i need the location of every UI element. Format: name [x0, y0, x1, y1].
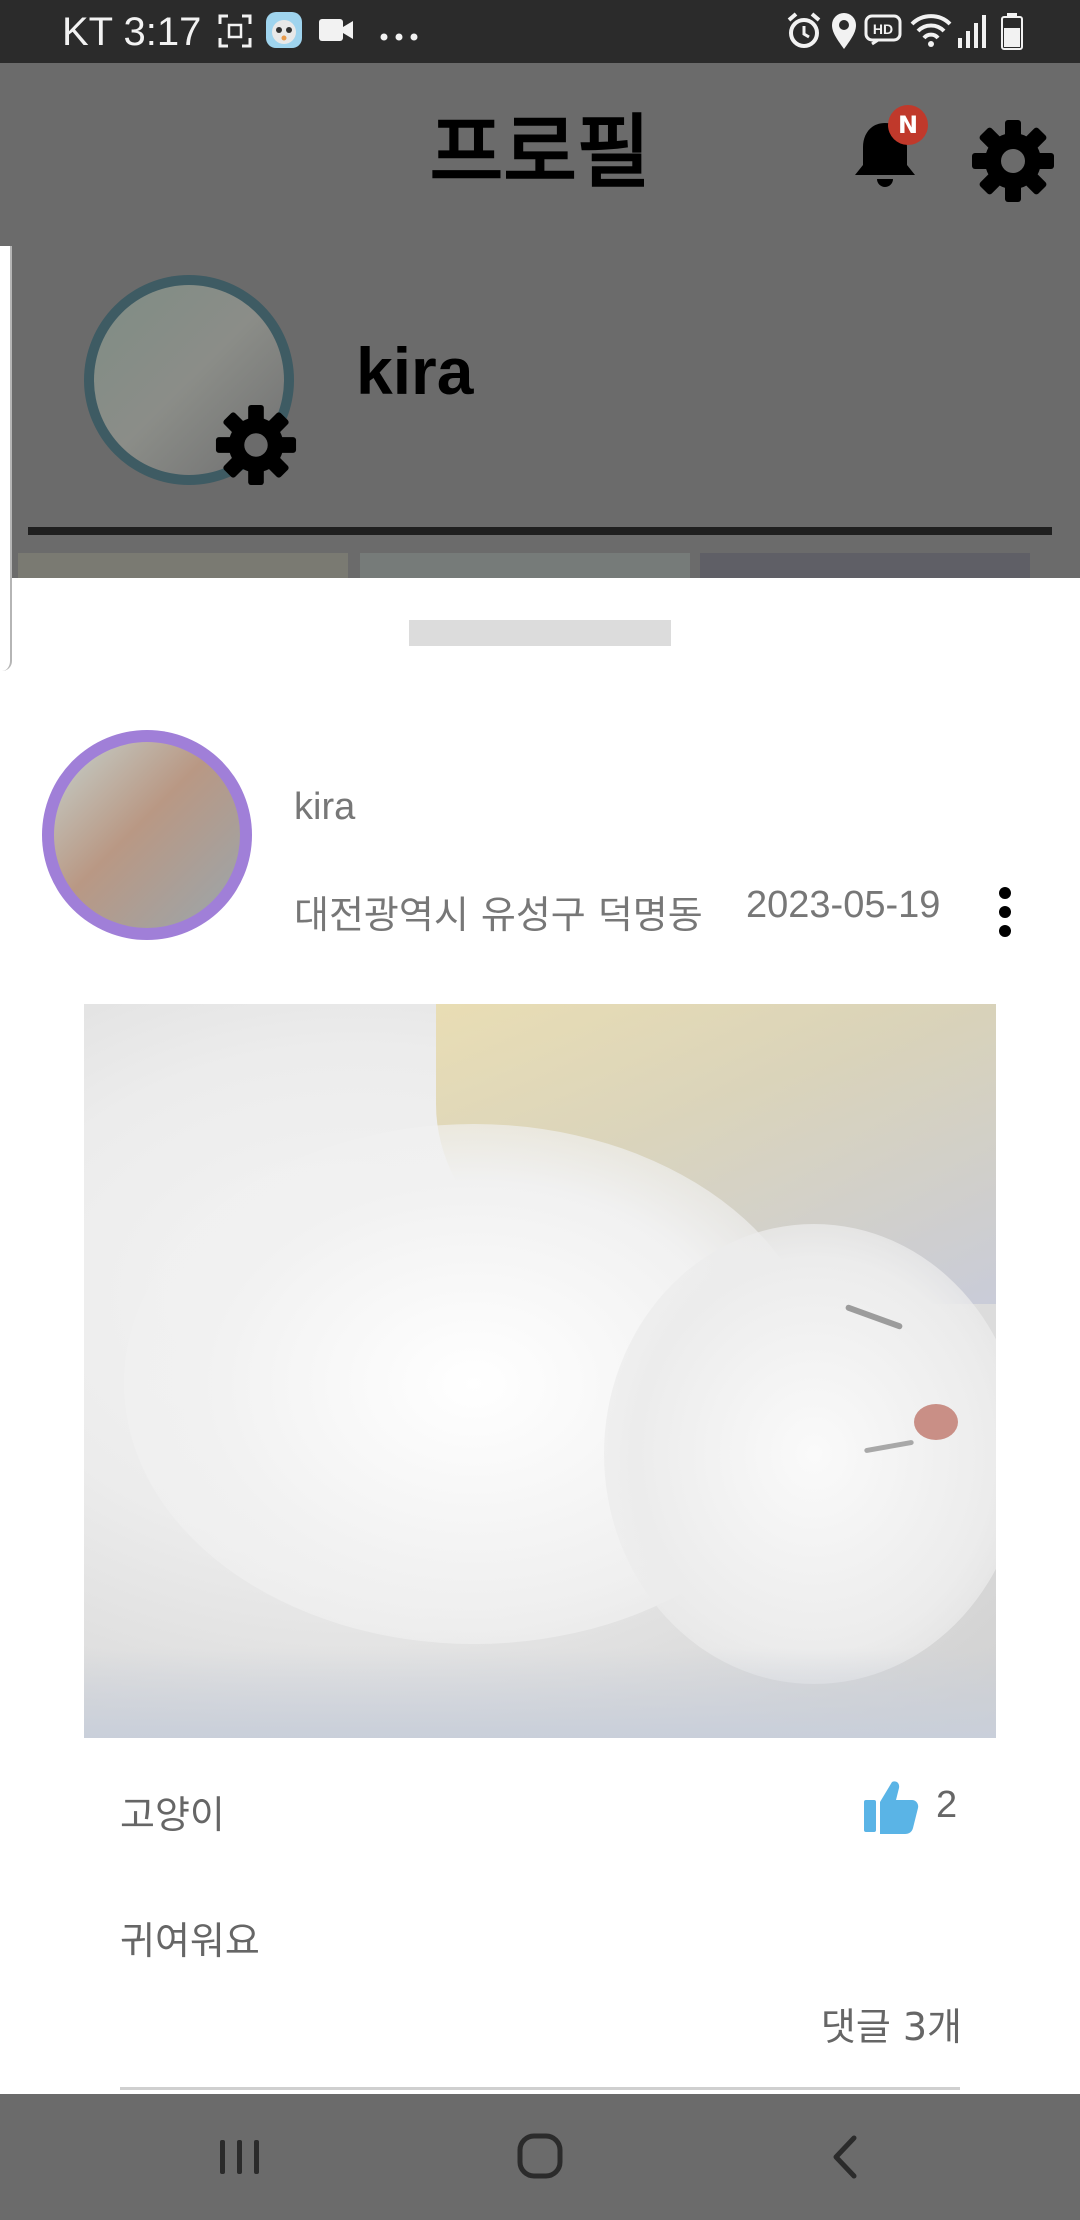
- side-drawer-edge[interactable]: [0, 246, 12, 671]
- profile-name: kira: [356, 334, 474, 408]
- status-bar: KT 3:17 HD: [0, 0, 1080, 63]
- back-icon[interactable]: [816, 2132, 876, 2182]
- battery-icon: [1000, 12, 1024, 54]
- post-category: 고양이: [120, 1793, 225, 1837]
- signal-icon: [956, 14, 988, 52]
- notification-badge: N: [888, 105, 928, 145]
- post-bottom-sheet: kira 대전광역시 유성구 덕명동 2023-05-19 고양이 2 귀여워요…: [0, 246, 1080, 2094]
- svg-text:HD: HD: [873, 21, 893, 37]
- post-divider: [120, 2087, 960, 2090]
- post-location: 대전광역시 유성구 덕명동: [294, 893, 703, 937]
- hd-voice-icon: HD: [864, 14, 902, 52]
- post-author-name[interactable]: kira: [294, 786, 355, 829]
- location-icon: [830, 12, 858, 54]
- screenshot-icon: [218, 14, 252, 52]
- post-photo[interactable]: [84, 1004, 996, 1738]
- profile-screen: 프로필 N kira: [0, 63, 1080, 583]
- more-options-icon[interactable]: [990, 886, 1020, 938]
- recent-apps-icon[interactable]: [210, 2132, 270, 2182]
- post-date: 2023-05-19: [746, 884, 941, 926]
- settings-gear-icon[interactable]: [970, 118, 1056, 204]
- video-camera-icon: [318, 16, 354, 48]
- system-nav-bar: [0, 2094, 1080, 2220]
- app-notification-icon: [264, 10, 304, 54]
- post-content: 귀여워요: [120, 1919, 260, 1963]
- carrier-time: KT 3:17: [62, 10, 202, 54]
- avatar-settings-icon[interactable]: [214, 403, 298, 487]
- thumbs-up-icon[interactable]: [862, 1778, 920, 1834]
- home-icon[interactable]: [510, 2132, 570, 2182]
- alarm-icon: [786, 12, 822, 54]
- sheet-drag-handle[interactable]: [409, 620, 671, 646]
- profile-divider: [28, 527, 1052, 535]
- like-count: 2: [936, 1784, 958, 1826]
- more-dots-icon: [380, 26, 420, 45]
- comment-count-link[interactable]: 댓글 3개: [821, 1996, 962, 2051]
- wifi-icon: [910, 12, 952, 52]
- post-author-avatar[interactable]: [42, 730, 252, 940]
